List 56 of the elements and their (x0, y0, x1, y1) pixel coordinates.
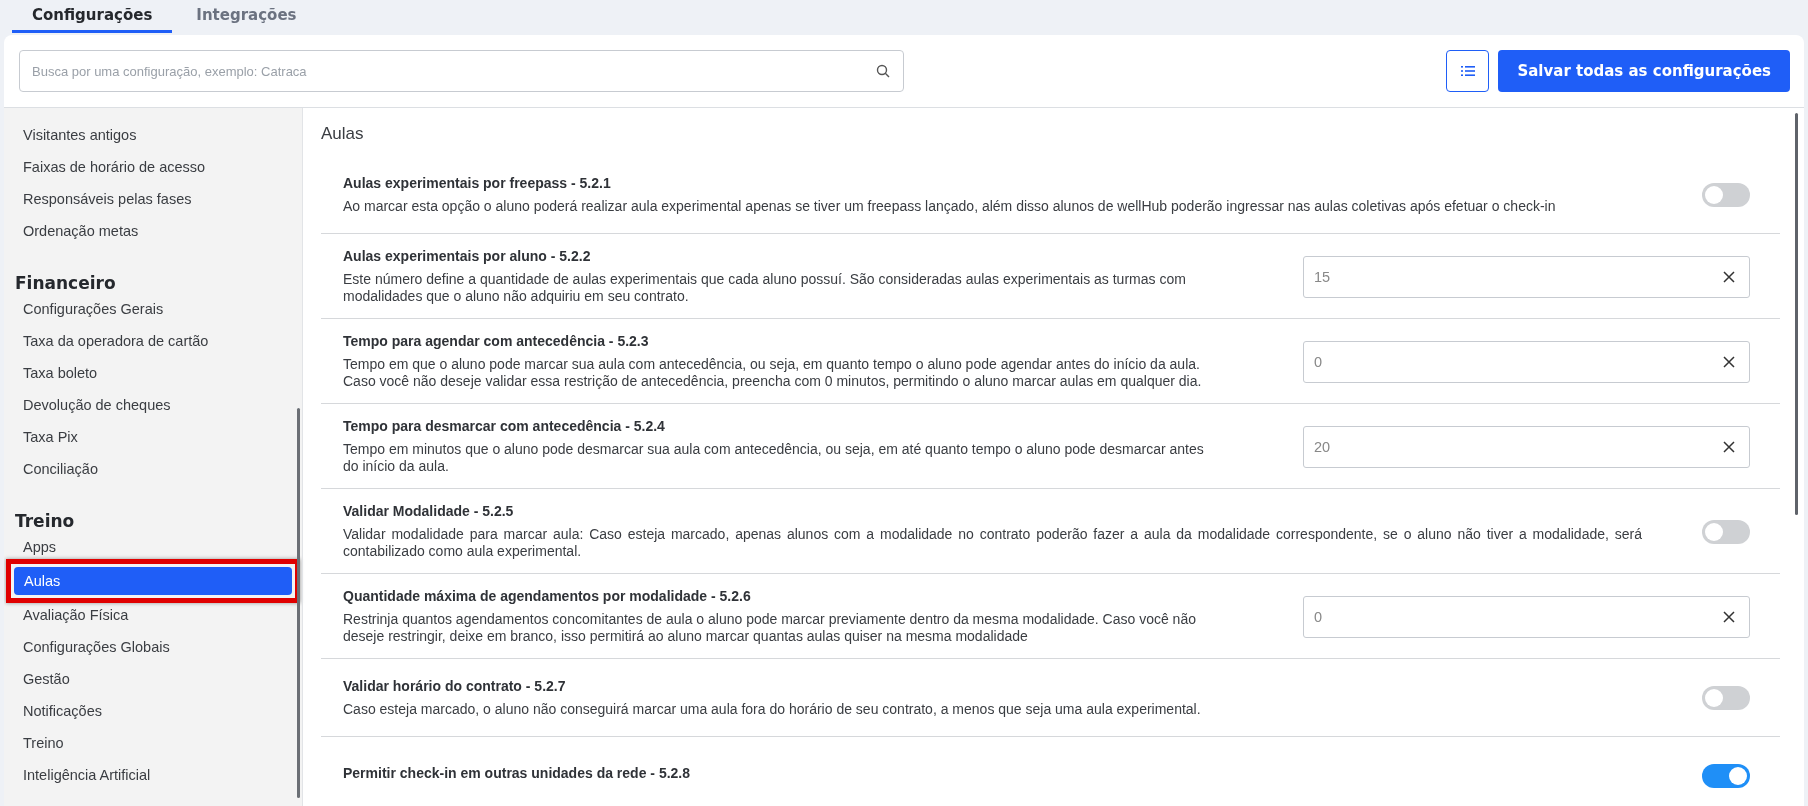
number-field[interactable]: 20 (1303, 425, 1750, 468)
tab[interactable]: Integrações (176, 0, 317, 33)
clear-icon[interactable] (1723, 610, 1735, 623)
setting-title: Tempo para desmarcar com antecedência - 5.2.4 (343, 418, 666, 434)
sidebar-item[interactable]: Visitantes antigos (13, 119, 293, 151)
list-icon (1460, 65, 1475, 77)
sidebar-item[interactable]: Aulas (14, 567, 292, 595)
setting-title: Validar Modalidade - 5.2.5 (343, 503, 515, 519)
setting-title: Permitir check-in em outras unidades da rede - 5.2.8 (343, 764, 691, 781)
setting-description: Validar modalidade para marcar aula: Caso esteja marcado, apenas alunos com a modalidade no contrato poderão fazer a aula da modalidade correspondente, se o aluno não tiver a modalidade, será contabilizado como aula experimental. (343, 526, 1643, 560)
setting-title: Tempo para agendar com antecedência - 5.2.3 (343, 333, 650, 349)
setting-title: Validar horário do contrato - 5.2.7 (343, 678, 567, 694)
section-title: Aulas (321, 124, 365, 144)
sidebar-item[interactable]: Configurações Globais (13, 631, 293, 663)
clear-icon[interactable] (1723, 355, 1735, 368)
sidebar-item[interactable]: Avaliação Física (13, 599, 293, 631)
sidebar-item[interactable]: Ordenação metas (13, 215, 293, 247)
sidebar-item[interactable]: Devolução de cheques (13, 389, 293, 421)
setting-description: Ao marcar esta opção o aluno poderá realizar aula experimental apenas se tiver um freepass lançado, além disso alunos de wellHub poderão ingressar nas aulas coletivas após efetuar o check-in (343, 198, 1557, 215)
sidebar-item[interactable]: Notificações (13, 695, 293, 727)
sidebar-item[interactable]: Conciliação (13, 453, 293, 485)
number-field[interactable]: 15 (1303, 255, 1750, 298)
setting-description: Tempo em minutos que o aluno pode desmarcar sua aula com antecedência, ou seja, em até quanto tempo o aluno pode desmarcar antes do início da aula. (343, 441, 1205, 475)
sidebar-item[interactable]: Taxa da operadora de cartão (13, 325, 293, 357)
section-heading: Financeiro (14, 272, 117, 293)
clear-icon[interactable] (1723, 440, 1735, 453)
toggle-switch[interactable] (1702, 764, 1750, 788)
sidebar-item[interactable]: Treino (13, 727, 293, 759)
search-field[interactable]: Busca por uma configuração, exemplo: Catraca (19, 50, 904, 92)
toggle-switch[interactable] (1702, 183, 1750, 207)
toggle-switch[interactable] (1702, 686, 1750, 710)
sidebar-item[interactable]: Taxa boleto (13, 357, 293, 389)
scrollbar[interactable] (1795, 113, 1798, 515)
sidebar-item[interactable]: Responsáveis pelas fases (13, 183, 293, 215)
search-icon (876, 64, 890, 78)
sidebar-item[interactable]: Inteligência Artificial (13, 759, 293, 791)
setting-description: Restrinja quantos agendamentos concomitantes de aula o aluno pode marcar previamente dentro da mesma modalidade. Caso você não deseje restringir, deixe em branco, isso permitirá ao aluno marcar quantas aulas quiser na mesma modalidade (343, 611, 1197, 645)
clear-icon[interactable] (1723, 270, 1735, 283)
setting-title: Aulas experimentais por freepass - 5.2.1 (343, 175, 612, 191)
setting-description: Este número define a quantidade de aulas experimentais que cada aluno possuí. São consideradas aulas experimentais as turmas com modalidades que o aluno não adquiriu em seu contrato. (343, 271, 1187, 305)
setting-title: Aulas experimentais por aluno - 5.2.2 (343, 248, 592, 264)
section-heading: Treino (14, 510, 76, 531)
number-field[interactable]: 0 (1303, 595, 1750, 638)
sidebar-item[interactable]: Apps (13, 531, 293, 563)
save-button[interactable]: Salvar todas as configurações (1498, 50, 1790, 92)
setting-description: Tempo em que o aluno pode marcar sua aula com antecedência, ou seja, em quanto tempo o aluno pode agendar antes do início da aula. Caso você não deseje validar essa restrição de antecedência, preencha com 0 minutos, permitindo o aluno marcar aulas em qualquer dia. (343, 356, 1203, 390)
setting-description: Caso esteja marcado, o aluno não conseguirá marcar uma aula fora do horário de seu contrato, a menos que seja uma aula experimental. (343, 701, 1202, 718)
sidebar-item[interactable]: Configurações Gerais (13, 293, 293, 325)
sidebar-item[interactable]: Taxa Pix (13, 421, 293, 453)
sidebar-item[interactable]: Faixas de horário de acesso (13, 151, 293, 183)
sidebar-item[interactable]: Gestão (13, 663, 293, 695)
toggle-switch[interactable] (1702, 519, 1750, 544)
scrollbar[interactable] (297, 408, 300, 798)
setting-title: Quantidade máxima de agendamentos por modalidade - 5.2.6 (343, 588, 752, 604)
number-field[interactable]: 0 (1303, 340, 1750, 383)
list-button[interactable] (1446, 50, 1490, 92)
